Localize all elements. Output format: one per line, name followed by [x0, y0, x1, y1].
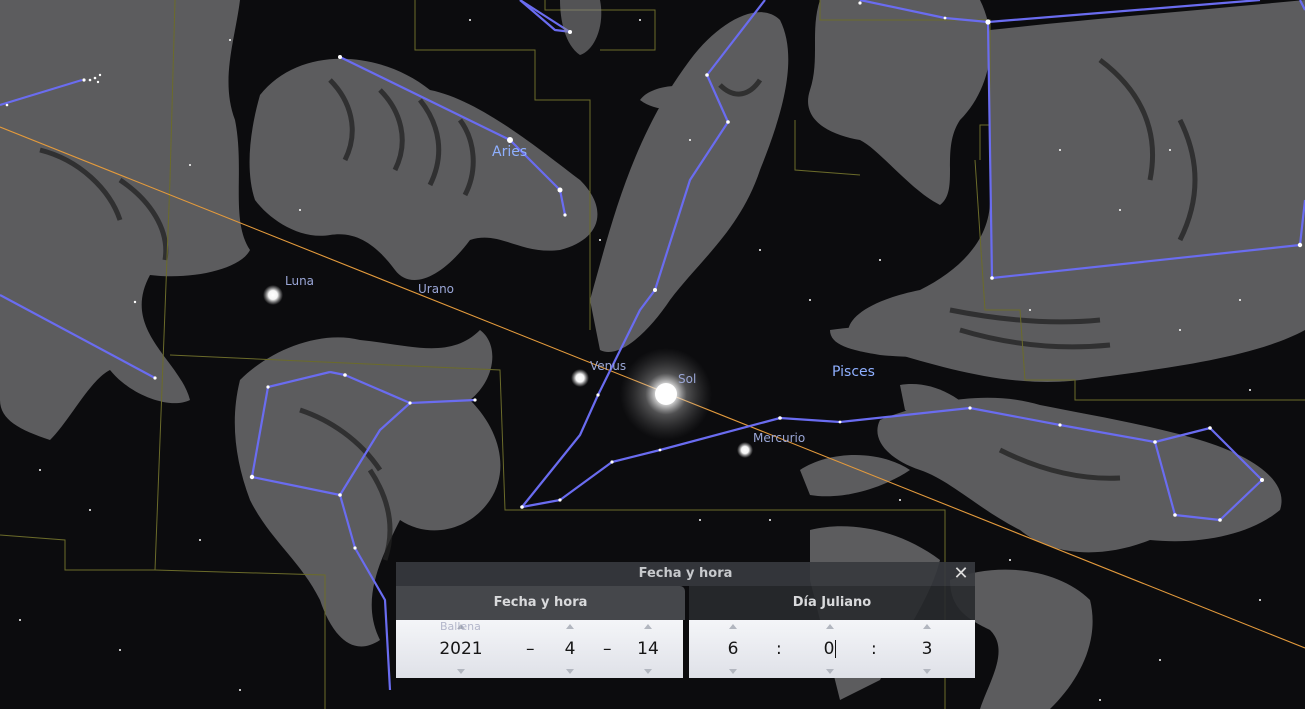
venus-label: Venus [590, 359, 627, 373]
second-up-arrow-icon[interactable] [923, 624, 931, 629]
year-down-arrow-icon[interactable] [457, 669, 465, 674]
date-separator-1: – [526, 639, 535, 659]
day-value[interactable]: 14 [624, 637, 672, 661]
date-time-dialog: Fecha y hora ✕ Fecha y hora Día Juliano … [396, 562, 975, 678]
day-up-arrow-icon[interactable] [644, 624, 652, 629]
month-down-arrow-icon[interactable] [566, 669, 574, 674]
hour-value[interactable]: 6 [709, 637, 757, 661]
minute-spinbox[interactable]: 0 [806, 620, 854, 678]
year-value[interactable]: 2021 [418, 637, 504, 661]
day-spinbox[interactable]: 14 [624, 620, 672, 678]
hour-up-arrow-icon[interactable] [729, 624, 737, 629]
tab-dia-juliano-label: Día Juliano [792, 595, 872, 610]
time-separator-1: : [776, 639, 782, 659]
aries-label: Aries [492, 144, 528, 160]
minute-down-arrow-icon[interactable] [826, 669, 834, 674]
hour-spinbox[interactable]: 6 [709, 620, 757, 678]
ballena-label: Ballena [440, 620, 481, 633]
sol-label: Sol [678, 372, 697, 386]
close-icon[interactable]: ✕ [951, 563, 971, 585]
dialog-title: Fecha y hora [638, 566, 733, 581]
minute-value: 0 [823, 639, 835, 659]
date-separator-2: – [603, 639, 612, 659]
pisces-label: Pisces [832, 364, 875, 380]
hour-down-arrow-icon[interactable] [729, 669, 737, 674]
venus [571, 369, 589, 387]
moon [263, 285, 283, 305]
urano-label: Urano [418, 282, 455, 296]
sun [655, 383, 677, 405]
mercurio-label: Mercurio [753, 431, 806, 445]
month-spinbox[interactable]: 4 [546, 620, 594, 678]
second-value[interactable]: 3 [903, 637, 951, 661]
dialog-titlebar[interactable]: Fecha y hora ✕ [396, 562, 975, 586]
minute-field[interactable]: 0 [806, 637, 854, 661]
second-down-arrow-icon[interactable] [923, 669, 931, 674]
time-panel: 6 : 0 : 3 [689, 620, 975, 678]
luna-label: Luna [285, 274, 315, 288]
month-up-arrow-icon[interactable] [566, 624, 574, 629]
tab-dia-juliano[interactable]: Día Juliano [689, 586, 975, 620]
mercury [737, 442, 753, 458]
second-spinbox[interactable]: 3 [903, 620, 951, 678]
tab-fecha-y-hora-label: Fecha y hora [493, 595, 588, 610]
minute-up-arrow-icon[interactable] [826, 624, 834, 629]
day-down-arrow-icon[interactable] [644, 669, 652, 674]
month-value[interactable]: 4 [546, 637, 594, 661]
time-separator-2: : [871, 639, 877, 659]
text-caret [835, 640, 837, 658]
tab-fecha-y-hora[interactable]: Fecha y hora [396, 586, 685, 620]
